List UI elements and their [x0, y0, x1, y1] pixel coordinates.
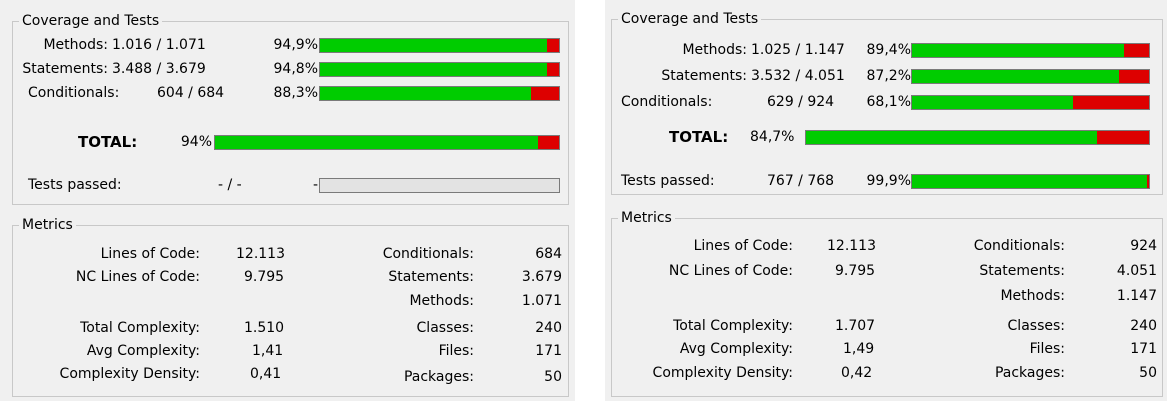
metric-files-label: Files:	[438, 343, 474, 359]
tests-passed-value: 767 / 768	[767, 173, 835, 189]
tests-passed-percent: -	[312, 177, 318, 193]
metric-conditionals-value: 924	[1130, 238, 1157, 254]
statements-coverage-bar	[319, 62, 560, 77]
metric-conditionals-value: 684	[535, 246, 562, 262]
methods-percent: 89,4%	[866, 42, 911, 58]
metric-statements-label: Statements:	[388, 269, 474, 285]
conditionals-label: Conditionals:	[621, 94, 713, 110]
total-percent: 84,7%	[750, 129, 795, 145]
metric-packages-label: Packages:	[403, 369, 474, 385]
methods-coverage-bar	[911, 43, 1150, 58]
total-complexity-value: 1.510	[244, 320, 285, 336]
statements-percent: 94,8%	[273, 61, 318, 77]
metrics-title: Metrics	[19, 216, 76, 234]
ncloc-label: NC Lines of Code:	[75, 269, 200, 285]
total-label: TOTAL:	[669, 128, 729, 146]
metric-methods-label: Methods:	[1000, 288, 1065, 304]
total-label: TOTAL:	[78, 133, 138, 151]
loc-label: Lines of Code:	[100, 246, 200, 262]
statements-label: Statements:	[661, 68, 747, 84]
conditionals-value: 604 / 684	[157, 85, 225, 101]
left-panel: Coverage and Tests Methods: 1.016 / 1.07…	[0, 0, 575, 401]
conditionals-percent: 68,1%	[866, 94, 911, 110]
conditionals-label: Conditionals:	[28, 85, 120, 101]
metric-methods-value: 1.071	[521, 293, 562, 309]
methods-coverage-bar	[319, 38, 560, 53]
metric-packages-value: 50	[544, 369, 562, 385]
metric-statements-value: 3.679	[521, 269, 562, 285]
total-complexity-label: Total Complexity:	[673, 318, 793, 334]
complexity-density-label: Complexity Density:	[59, 366, 200, 382]
conditionals-percent: 88,3%	[273, 85, 318, 101]
metrics-title: Metrics	[618, 209, 675, 227]
statements-percent: 87,2%	[866, 68, 911, 84]
methods-value: 1.016 / 1.071	[112, 37, 206, 53]
metric-methods-label: Methods:	[409, 293, 474, 309]
ncloc-label: NC Lines of Code:	[668, 263, 793, 279]
metric-conditionals-label: Conditionals:	[382, 246, 474, 262]
avg-complexity-value: 1,49	[843, 341, 875, 357]
total-complexity-value: 1.707	[835, 318, 876, 334]
methods-label: Methods:	[682, 42, 747, 58]
metric-packages-label: Packages:	[994, 365, 1065, 381]
metric-statements-value: 4.051	[1116, 263, 1157, 279]
tests-passed-bar	[319, 178, 560, 193]
tests-passed-value: - / -	[218, 177, 242, 193]
avg-complexity-label: Avg Complexity:	[679, 341, 793, 357]
coverage-title: Coverage and Tests	[618, 10, 762, 28]
complexity-density-value: 0,41	[250, 366, 282, 382]
metric-classes-label: Classes:	[416, 320, 474, 336]
metric-files-value: 171	[535, 343, 562, 359]
loc-value: 12.113	[236, 246, 285, 262]
metric-methods-value: 1.147	[1116, 288, 1157, 304]
right-panel: Coverage and Tests Methods: 1.025 / 1.14…	[605, 0, 1167, 401]
avg-complexity-value: 1,41	[252, 343, 284, 359]
metric-files-value: 171	[1130, 341, 1157, 357]
metric-classes-value: 240	[1130, 318, 1157, 334]
methods-percent: 94,9%	[273, 37, 318, 53]
methods-label: Methods:	[43, 37, 108, 53]
tests-passed-label: Tests passed:	[621, 173, 715, 189]
coverage-title: Coverage and Tests	[19, 12, 163, 30]
avg-complexity-label: Avg Complexity:	[86, 343, 200, 359]
metric-packages-value: 50	[1139, 365, 1157, 381]
tests-passed-label: Tests passed:	[28, 177, 122, 193]
conditionals-value: 629 / 924	[767, 94, 835, 110]
statements-value: 3.532 / 4.051	[751, 68, 845, 84]
metric-files-label: Files:	[1029, 341, 1065, 357]
metric-classes-label: Classes:	[1007, 318, 1065, 334]
loc-value: 12.113	[827, 238, 876, 254]
metric-conditionals-label: Conditionals:	[973, 238, 1065, 254]
conditionals-coverage-bar	[911, 95, 1150, 110]
statements-label: Statements:	[22, 61, 108, 77]
conditionals-coverage-bar	[319, 86, 560, 101]
total-percent: 94%	[180, 134, 212, 150]
metric-statements-label: Statements:	[979, 263, 1065, 279]
tests-passed-percent: 99,9%	[866, 173, 911, 189]
ncloc-value: 9.795	[244, 269, 285, 285]
statements-value: 3.488 / 3.679	[112, 61, 206, 77]
complexity-density-value: 0,42	[841, 365, 873, 381]
metric-classes-value: 240	[535, 320, 562, 336]
tests-passed-bar	[911, 174, 1150, 189]
complexity-density-label: Complexity Density:	[652, 365, 793, 381]
total-complexity-label: Total Complexity:	[80, 320, 200, 336]
total-coverage-bar	[805, 130, 1150, 145]
total-coverage-bar	[214, 135, 560, 150]
ncloc-value: 9.795	[835, 263, 876, 279]
loc-label: Lines of Code:	[693, 238, 793, 254]
statements-coverage-bar	[911, 69, 1150, 84]
methods-value: 1.025 / 1.147	[751, 42, 845, 58]
